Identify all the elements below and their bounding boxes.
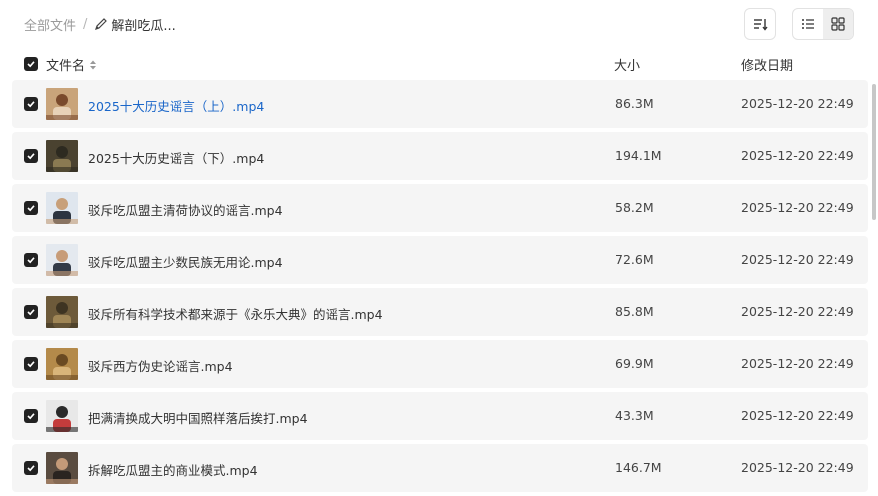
file-name[interactable]: 2025十大历史谣言（下）.mp4 xyxy=(88,148,264,167)
table-header: 文件名 大小 修改日期 xyxy=(0,48,878,80)
breadcrumb-folder-label: 解剖吃瓜... xyxy=(111,18,176,34)
video-thumbnail-image xyxy=(46,88,78,120)
check-icon xyxy=(27,413,35,420)
breadcrumb-separator: / xyxy=(83,16,88,32)
file-name[interactable]: 2025十大历史谣言（上）.mp4 xyxy=(88,96,264,115)
video-thumbnail[interactable] xyxy=(46,140,78,172)
file-size: 58.2M xyxy=(615,200,654,215)
pencil-icon xyxy=(95,18,108,30)
breadcrumb-root[interactable]: 全部文件 xyxy=(24,15,76,34)
list-view-button[interactable] xyxy=(793,9,823,39)
file-name[interactable]: 把满清换成大明中国照样落后挨打.mp4 xyxy=(88,408,308,427)
row-checkbox[interactable] xyxy=(24,253,38,267)
table-row[interactable]: 驳斥吃瓜盟主少数民族无用论.mp4 72.6M 2025-12-20 22:49 xyxy=(12,236,868,284)
check-icon xyxy=(27,465,35,472)
video-thumbnail[interactable] xyxy=(46,348,78,380)
row-checkbox[interactable] xyxy=(24,201,38,215)
column-header-size[interactable]: 大小 xyxy=(614,55,640,74)
table-row[interactable]: 驳斥所有科学技术都来源于《永乐大典》的谣言.mp4 85.8M 2025-12-… xyxy=(12,288,868,336)
grid-view-icon xyxy=(831,17,845,31)
check-icon xyxy=(27,361,35,368)
table-row[interactable]: 驳斥西方伪史论谣言.mp4 69.9M 2025-12-20 22:49 xyxy=(12,340,868,388)
file-size: 86.3M xyxy=(615,96,654,111)
file-modified-date: 2025-12-20 22:49 xyxy=(741,148,854,163)
video-thumbnail-image xyxy=(46,452,78,484)
check-icon xyxy=(27,101,35,108)
check-icon xyxy=(27,61,35,68)
table-row[interactable]: 驳斥吃瓜盟主清荷协议的谣言.mp4 58.2M 2025-12-20 22:49 xyxy=(12,184,868,232)
video-thumbnail[interactable] xyxy=(46,244,78,276)
table-row[interactable]: 把满清换成大明中国照样落后挨打.mp4 43.3M 2025-12-20 22:… xyxy=(12,392,868,440)
breadcrumb: 全部文件 / 解剖吃瓜... xyxy=(24,14,176,34)
video-thumbnail[interactable] xyxy=(46,296,78,328)
video-thumbnail[interactable] xyxy=(46,452,78,484)
grid-view-button[interactable] xyxy=(823,9,853,39)
check-icon xyxy=(27,153,35,160)
file-modified-date: 2025-12-20 22:49 xyxy=(741,200,854,215)
table-row[interactable]: 拆解吃瓜盟主的商业模式.mp4 146.7M 2025-12-20 22:49 xyxy=(12,444,868,492)
check-icon xyxy=(27,309,35,316)
file-modified-date: 2025-12-20 22:49 xyxy=(741,460,854,475)
file-name[interactable]: 驳斥吃瓜盟主清荷协议的谣言.mp4 xyxy=(88,200,283,219)
row-checkbox[interactable] xyxy=(24,97,38,111)
file-name[interactable]: 驳斥所有科学技术都来源于《永乐大典》的谣言.mp4 xyxy=(88,304,383,323)
file-list: 2025十大历史谣言（上）.mp4 86.3M 2025-12-20 22:49… xyxy=(12,80,868,496)
row-checkbox[interactable] xyxy=(24,357,38,371)
check-icon xyxy=(27,205,35,212)
video-thumbnail[interactable] xyxy=(46,400,78,432)
file-size: 194.1M xyxy=(615,148,662,163)
sort-updown-icon xyxy=(90,60,97,69)
file-modified-date: 2025-12-20 22:49 xyxy=(741,408,854,423)
row-checkbox[interactable] xyxy=(24,409,38,423)
column-header-name-label: 文件名 xyxy=(46,59,86,74)
video-thumbnail[interactable] xyxy=(46,192,78,224)
video-thumbnail-image xyxy=(46,296,78,328)
select-all-checkbox[interactable] xyxy=(24,57,38,71)
video-thumbnail-image xyxy=(46,400,78,432)
column-header-modified[interactable]: 修改日期 xyxy=(741,55,793,74)
file-size: 85.8M xyxy=(615,304,654,319)
row-checkbox[interactable] xyxy=(24,305,38,319)
file-size: 72.6M xyxy=(615,252,654,267)
top-bar: 全部文件 / 解剖吃瓜... xyxy=(0,0,878,48)
file-modified-date: 2025-12-20 22:49 xyxy=(741,304,854,319)
video-thumbnail-image xyxy=(46,244,78,276)
check-icon xyxy=(27,257,35,264)
video-thumbnail[interactable] xyxy=(46,88,78,120)
file-name[interactable]: 驳斥吃瓜盟主少数民族无用论.mp4 xyxy=(88,252,283,271)
list-view-icon xyxy=(802,19,814,29)
file-size: 146.7M xyxy=(615,460,662,475)
file-name[interactable]: 拆解吃瓜盟主的商业模式.mp4 xyxy=(88,460,258,479)
table-row[interactable]: 2025十大历史谣言（下）.mp4 194.1M 2025-12-20 22:4… xyxy=(12,132,868,180)
file-size: 69.9M xyxy=(615,356,654,371)
row-checkbox[interactable] xyxy=(24,461,38,475)
video-thumbnail-image xyxy=(46,140,78,172)
video-thumbnail-image xyxy=(46,348,78,380)
file-name[interactable]: 驳斥西方伪史论谣言.mp4 xyxy=(88,356,233,375)
file-modified-date: 2025-12-20 22:49 xyxy=(741,252,854,267)
file-size: 43.3M xyxy=(615,408,654,423)
sort-lines-icon xyxy=(754,19,768,31)
breadcrumb-current-folder[interactable]: 解剖吃瓜... xyxy=(94,15,176,34)
table-row[interactable]: 2025十大历史谣言（上）.mp4 86.3M 2025-12-20 22:49 xyxy=(12,80,868,128)
file-modified-date: 2025-12-20 22:49 xyxy=(741,356,854,371)
column-header-name[interactable]: 文件名 xyxy=(46,55,97,74)
row-checkbox[interactable] xyxy=(24,149,38,163)
scrollbar-thumb[interactable] xyxy=(872,84,876,220)
file-modified-date: 2025-12-20 22:49 xyxy=(741,96,854,111)
view-toggle xyxy=(792,8,854,40)
sort-button[interactable] xyxy=(744,8,776,40)
video-thumbnail-image xyxy=(46,192,78,224)
